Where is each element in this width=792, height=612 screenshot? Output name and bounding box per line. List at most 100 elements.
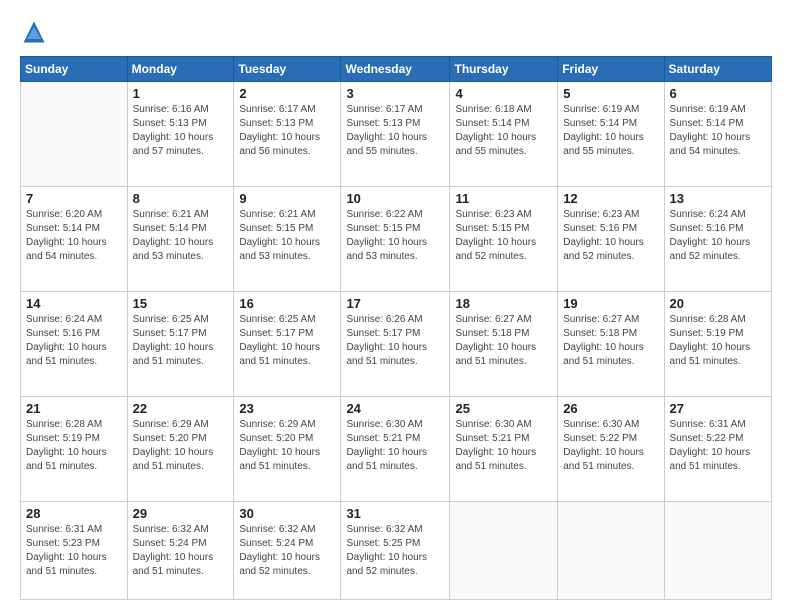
- calendar-cell: 14 Sunrise: 6:24 AM Sunset: 5:16 PM Dayli…: [21, 292, 128, 397]
- day-number: 9: [239, 191, 335, 206]
- day-of-week-header: Sunday: [21, 57, 128, 82]
- day-number: 23: [239, 401, 335, 416]
- calendar-cell: 5Sunrise: 6:19 AM Sunset: 5:14 PM Daylig…: [558, 82, 664, 187]
- calendar-cell: 8 Sunrise: 6:21 AM Sunset: 5:14 PM Daylig…: [127, 187, 234, 292]
- day-number: 8: [133, 191, 229, 206]
- day-info: Sunrise: 6:29 AM Sunset: 5:20 PM Dayligh…: [133, 418, 229, 474]
- calendar-cell: 9 Sunrise: 6:21 AM Sunset: 5:15 PM Daylig…: [234, 187, 341, 292]
- calendar-cell: 12 Sunrise: 6:23 AM Sunset: 5:16 PM Dayli…: [558, 187, 664, 292]
- day-number: 11: [455, 191, 552, 206]
- calendar-cell: 28 Sunrise: 6:31 AM Sunset: 5:23 PM Dayli…: [21, 502, 128, 600]
- calendar-cell: 26 Sunrise: 6:30 AM Sunset: 5:22 PM Dayli…: [558, 397, 664, 502]
- day-of-week-header: Thursday: [450, 57, 558, 82]
- calendar-cell: 16Sunrise: 6:25 AM Sunset: 5:17 PM Dayli…: [234, 292, 341, 397]
- day-number: 22: [133, 401, 229, 416]
- day-number: 24: [346, 401, 444, 416]
- day-number: 27: [670, 401, 766, 416]
- calendar-cell: 21 Sunrise: 6:28 AM Sunset: 5:19 PM Dayli…: [21, 397, 128, 502]
- day-info: Sunrise: 6:30 AM Sunset: 5:22 PM Dayligh…: [563, 418, 658, 474]
- day-info: Sunrise: 6:21 AM Sunset: 5:14 PM Dayligh…: [133, 208, 229, 264]
- day-info: Sunrise: 6:24 AM Sunset: 5:16 PM Dayligh…: [670, 208, 766, 264]
- day-of-week-header: Monday: [127, 57, 234, 82]
- day-number: 26: [563, 401, 658, 416]
- day-info: Sunrise: 6:26 AM Sunset: 5:17 PM Dayligh…: [346, 313, 444, 369]
- day-info: Sunrise: 6:25 AM Sunset: 5:17 PM Dayligh…: [133, 313, 229, 369]
- calendar-week-row: 7Sunrise: 6:20 AM Sunset: 5:14 PM Daylig…: [21, 187, 772, 292]
- day-number: 18: [455, 296, 552, 311]
- calendar-cell: 27 Sunrise: 6:31 AM Sunset: 5:22 PM Dayli…: [664, 397, 771, 502]
- calendar-cell: 7Sunrise: 6:20 AM Sunset: 5:14 PM Daylig…: [21, 187, 128, 292]
- calendar-cell: 10 Sunrise: 6:22 AM Sunset: 5:15 PM Dayli…: [341, 187, 450, 292]
- day-info: Sunrise: 6:32 AM Sunset: 5:24 PM Dayligh…: [239, 523, 335, 579]
- day-info: Sunrise: 6:32 AM Sunset: 5:24 PM Dayligh…: [133, 523, 229, 579]
- calendar-cell: 23 Sunrise: 6:29 AM Sunset: 5:20 PM Dayli…: [234, 397, 341, 502]
- day-number: 20: [670, 296, 766, 311]
- day-of-week-header: Friday: [558, 57, 664, 82]
- day-info: Sunrise: 6:27 AM Sunset: 5:18 PM Dayligh…: [563, 313, 658, 369]
- day-info: Sunrise: 6:23 AM Sunset: 5:15 PM Dayligh…: [455, 208, 552, 264]
- day-info: Sunrise: 6:22 AM Sunset: 5:15 PM Dayligh…: [346, 208, 444, 264]
- day-number: 12: [563, 191, 658, 206]
- day-number: 15: [133, 296, 229, 311]
- calendar-week-row: 28 Sunrise: 6:31 AM Sunset: 5:23 PM Dayli…: [21, 502, 772, 600]
- day-info: Sunrise: 6:29 AM Sunset: 5:20 PM Dayligh…: [239, 418, 335, 474]
- calendar-cell: 24 Sunrise: 6:30 AM Sunset: 5:21 PM Dayli…: [341, 397, 450, 502]
- day-number: 25: [455, 401, 552, 416]
- day-number: 21: [26, 401, 122, 416]
- day-number: 17: [346, 296, 444, 311]
- day-info: Sunrise: 6:21 AM Sunset: 5:15 PM Dayligh…: [239, 208, 335, 264]
- logo-icon: [20, 18, 48, 46]
- day-info: Sunrise: 6:23 AM Sunset: 5:16 PM Dayligh…: [563, 208, 658, 264]
- day-info: Sunrise: 6:18 AM Sunset: 5:14 PM Dayligh…: [455, 103, 552, 159]
- day-number: 2: [239, 86, 335, 101]
- day-number: 31: [346, 506, 444, 521]
- day-info: Sunrise: 6:31 AM Sunset: 5:22 PM Dayligh…: [670, 418, 766, 474]
- day-number: 14: [26, 296, 122, 311]
- calendar-cell: 6Sunrise: 6:19 AM Sunset: 5:14 PM Daylig…: [664, 82, 771, 187]
- day-info: Sunrise: 6:28 AM Sunset: 5:19 PM Dayligh…: [26, 418, 122, 474]
- calendar-cell: 1Sunrise: 6:16 AM Sunset: 5:13 PM Daylig…: [127, 82, 234, 187]
- day-info: Sunrise: 6:30 AM Sunset: 5:21 PM Dayligh…: [455, 418, 552, 474]
- calendar-cell: 19 Sunrise: 6:27 AM Sunset: 5:18 PM Dayli…: [558, 292, 664, 397]
- calendar-cell: 25 Sunrise: 6:30 AM Sunset: 5:21 PM Dayli…: [450, 397, 558, 502]
- logo: [20, 18, 52, 46]
- calendar-table: SundayMondayTuesdayWednesdayThursdayFrid…: [20, 56, 772, 600]
- day-info: Sunrise: 6:32 AM Sunset: 5:25 PM Dayligh…: [346, 523, 444, 579]
- day-info: Sunrise: 6:16 AM Sunset: 5:13 PM Dayligh…: [133, 103, 229, 159]
- calendar-cell: 30 Sunrise: 6:32 AM Sunset: 5:24 PM Dayli…: [234, 502, 341, 600]
- day-number: 19: [563, 296, 658, 311]
- calendar-cell: [558, 502, 664, 600]
- calendar-cell: 18Sunrise: 6:27 AM Sunset: 5:18 PM Dayli…: [450, 292, 558, 397]
- day-number: 3: [346, 86, 444, 101]
- day-number: 6: [670, 86, 766, 101]
- day-info: Sunrise: 6:30 AM Sunset: 5:21 PM Dayligh…: [346, 418, 444, 474]
- calendar-cell: [664, 502, 771, 600]
- page: SundayMondayTuesdayWednesdayThursdayFrid…: [0, 0, 792, 612]
- calendar-header-row: SundayMondayTuesdayWednesdayThursdayFrid…: [21, 57, 772, 82]
- calendar-cell: 2Sunrise: 6:17 AM Sunset: 5:13 PM Daylig…: [234, 82, 341, 187]
- day-info: Sunrise: 6:31 AM Sunset: 5:23 PM Dayligh…: [26, 523, 122, 579]
- calendar-cell: 31 Sunrise: 6:32 AM Sunset: 5:25 PM Dayli…: [341, 502, 450, 600]
- header: [20, 18, 772, 46]
- calendar-cell: 13 Sunrise: 6:24 AM Sunset: 5:16 PM Dayli…: [664, 187, 771, 292]
- day-number: 30: [239, 506, 335, 521]
- day-number: 13: [670, 191, 766, 206]
- day-info: Sunrise: 6:24 AM Sunset: 5:16 PM Dayligh…: [26, 313, 122, 369]
- calendar-cell: 17 Sunrise: 6:26 AM Sunset: 5:17 PM Dayli…: [341, 292, 450, 397]
- day-info: Sunrise: 6:17 AM Sunset: 5:13 PM Dayligh…: [346, 103, 444, 159]
- calendar-week-row: 14 Sunrise: 6:24 AM Sunset: 5:16 PM Dayli…: [21, 292, 772, 397]
- day-of-week-header: Tuesday: [234, 57, 341, 82]
- calendar-cell: 20 Sunrise: 6:28 AM Sunset: 5:19 PM Dayli…: [664, 292, 771, 397]
- day-number: 10: [346, 191, 444, 206]
- day-info: Sunrise: 6:19 AM Sunset: 5:14 PM Dayligh…: [563, 103, 658, 159]
- day-info: Sunrise: 6:20 AM Sunset: 5:14 PM Dayligh…: [26, 208, 122, 264]
- day-number: 28: [26, 506, 122, 521]
- calendar-cell: 29 Sunrise: 6:32 AM Sunset: 5:24 PM Dayli…: [127, 502, 234, 600]
- day-number: 16: [239, 296, 335, 311]
- calendar-cell: 15 Sunrise: 6:25 AM Sunset: 5:17 PM Dayli…: [127, 292, 234, 397]
- day-info: Sunrise: 6:28 AM Sunset: 5:19 PM Dayligh…: [670, 313, 766, 369]
- day-number: 4: [455, 86, 552, 101]
- day-number: 29: [133, 506, 229, 521]
- calendar-cell: [21, 82, 128, 187]
- calendar-cell: 4 Sunrise: 6:18 AM Sunset: 5:14 PM Daylig…: [450, 82, 558, 187]
